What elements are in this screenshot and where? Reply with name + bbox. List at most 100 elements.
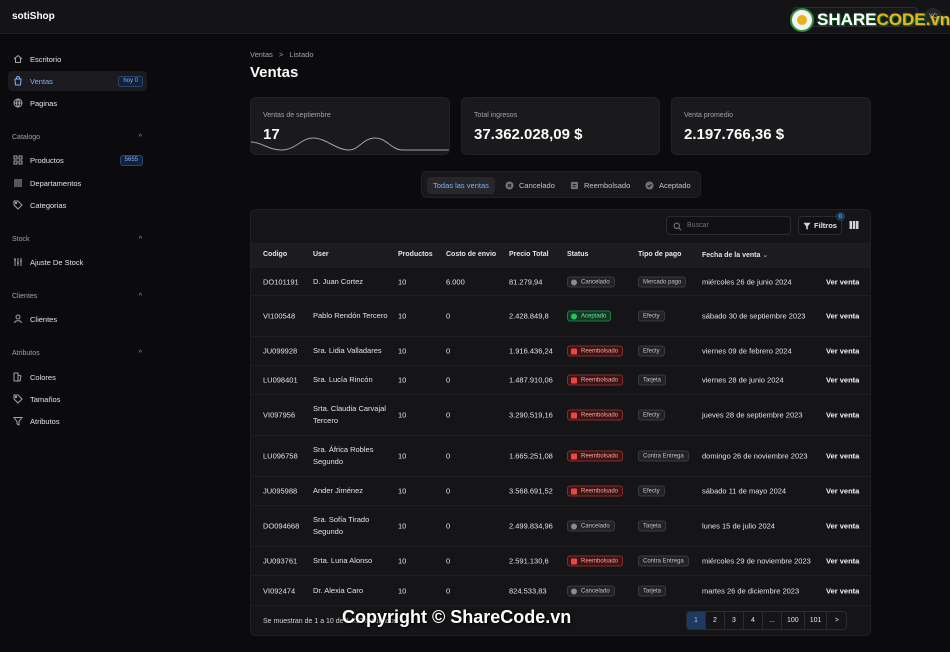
cell-products: 10 [398, 346, 407, 356]
filters-count-badge: 0 [836, 212, 845, 221]
results-summary: Se muestran de 1 a 10 de 1.010 resultado… [263, 618, 398, 625]
avatar[interactable]: YC [924, 8, 942, 26]
col-status[interactable]: Status [567, 251, 588, 258]
page-100-button[interactable]: 100 [782, 612, 805, 629]
sidebar-item-paginas[interactable]: Paginas [8, 93, 147, 113]
view-sale-link[interactable]: Ver venta [826, 312, 859, 321]
sidebar-item-label: Tamaños [30, 394, 61, 404]
sidebar-item-tamanos[interactable]: Tamaños [8, 389, 147, 409]
cell-code: VI097956 [263, 410, 296, 420]
stat-value: 2.197.766,36 $ [684, 126, 785, 143]
cell-total: 2.499.834,96 [509, 521, 553, 531]
chevron-up-icon: ^ [138, 293, 142, 300]
cell-shipping: 6.000 [446, 277, 465, 286]
cell-code: JU093761 [263, 556, 298, 566]
view-sale-link[interactable]: Ver venta [826, 376, 859, 385]
view-sale-link[interactable]: Ver venta [826, 411, 859, 420]
cell-code: DO094668 [263, 521, 300, 531]
col-products[interactable]: Productos [398, 251, 433, 258]
tab-refunded[interactable]: Reembolsado [564, 177, 636, 194]
sales-table: Buscar Filtros 0 Codigo User Productos C… [250, 209, 871, 636]
cell-code: VI092474 [263, 586, 296, 595]
cell-shipping: 0 [446, 556, 451, 566]
cell-date: martes 26 de diciembre 2023 [702, 586, 800, 595]
col-total[interactable]: Precio Total [509, 251, 549, 258]
cell-shipping: 0 [446, 586, 451, 595]
global-search-input[interactable] [792, 7, 918, 27]
sidebar-item-escritorio[interactable]: Escritorio [8, 49, 147, 69]
pagination: 1 2 3 4 ... 100 101 > [686, 611, 848, 630]
sales-today-badge: hoy 0 [118, 76, 143, 87]
section-catalogo[interactable]: Catalogo ^ [12, 134, 142, 141]
page-2-button[interactable]: 2 [706, 612, 725, 629]
cell-user: Dr. Alexia Caro [313, 585, 364, 595]
user-icon [14, 314, 22, 324]
page-1-button[interactable]: 1 [687, 612, 706, 629]
cell-products: 10 [398, 521, 407, 531]
tab-all-sales[interactable]: Todas las ventas [427, 177, 495, 194]
page-4-button[interactable]: 4 [744, 612, 763, 629]
view-sale-link[interactable]: Ver venta [826, 347, 859, 356]
sidebar-item-clientes[interactable]: Clientes [8, 309, 147, 329]
sidebar-item-label: Ventas [30, 76, 53, 86]
sidebar-item-ventas[interactable]: Ventas hoy 0 [8, 71, 147, 91]
page-title: Ventas [250, 64, 299, 81]
breadcrumb-ventas[interactable]: Ventas [250, 50, 273, 59]
cell-code: LU096758 [263, 451, 298, 461]
section-atributos[interactable]: Atributos ^ [12, 350, 142, 357]
col-date[interactable]: Fecha de la venta ⌄ [702, 251, 768, 259]
view-sale-link[interactable]: Ver venta [826, 487, 859, 496]
columns-icon[interactable] [849, 220, 859, 230]
globe-icon [13, 98, 23, 108]
status-icon [571, 558, 577, 565]
cell-user: Ander Jiménez [313, 486, 364, 495]
sidebar-item-label: Departamentos [30, 178, 82, 188]
status-badge: Reembolsado [567, 555, 624, 567]
view-sale-link[interactable]: Ver venta [826, 452, 859, 461]
breadcrumb: Ventas > Listado [250, 50, 314, 59]
col-shipping[interactable]: Costo de envio [446, 251, 496, 258]
view-sale-link[interactable]: Ver venta [826, 277, 859, 286]
palette-icon [13, 372, 22, 382]
table-row: DO101191 D. Juan Cortez 10 6.000 81.279,94 Ca… [251, 267, 870, 295]
section-clientes[interactable]: Clientes ^ [12, 293, 142, 300]
table-search-input[interactable]: Buscar [666, 216, 791, 235]
page-101-button[interactable]: 101 [805, 612, 828, 629]
stat-label: Total ingresos [474, 112, 518, 119]
table-header: Codigo User Productos Costo de envio Pre… [251, 243, 870, 267]
col-payment[interactable]: Tipo de pago [638, 251, 681, 258]
cell-products: 10 [398, 486, 407, 496]
brand-logo[interactable]: sotiShop [12, 11, 55, 22]
page-3-button[interactable]: 3 [725, 612, 744, 629]
status-badge: Cancelado [567, 520, 615, 532]
tab-cancelled[interactable]: Cancelado [499, 177, 561, 194]
filters-button[interactable]: Filtros [798, 216, 842, 235]
sidebar-item-productos[interactable]: Productos 5655 [8, 150, 147, 170]
sliders-icon [14, 258, 22, 266]
cell-user: Sra. Lucía Rincón [313, 375, 373, 384]
col-user[interactable]: User [313, 251, 329, 258]
sidebar-item-ajuste-stock[interactable]: Ajuste De Stock [8, 252, 147, 272]
view-sale-link[interactable]: Ver venta [826, 522, 859, 531]
tab-accepted[interactable]: Aceptado [639, 177, 697, 194]
status-icon [571, 377, 577, 384]
status-badge: Reembolsado [567, 374, 624, 386]
cell-shipping: 0 [446, 375, 451, 385]
sidebar-item-categorias[interactable]: Categorias [8, 195, 147, 215]
status-icon [571, 488, 577, 495]
cell-shipping: 0 [446, 410, 451, 420]
cell-user: D. Juan Cortez [313, 276, 364, 286]
table-row: VI097956 Srta. Claudia Carvajal Tercero 10… [251, 394, 870, 435]
section-stock[interactable]: Stock ^ [12, 236, 142, 243]
next-page-button[interactable]: > [827, 612, 846, 629]
col-code[interactable]: Codigo [263, 251, 287, 258]
view-sale-link[interactable]: Ver venta [826, 557, 859, 566]
sidebar-item-atributos[interactable]: Atributos [8, 411, 147, 431]
sidebar-item-colores[interactable]: Colores [8, 367, 147, 387]
view-sale-link[interactable]: Ver venta [826, 586, 859, 595]
cell-total: 81.279,94 [509, 277, 543, 286]
cell-date: viernes 09 de febrero 2024 [702, 346, 792, 356]
shopping-bag-icon [14, 76, 22, 86]
cell-code: JU099928 [263, 346, 298, 356]
sidebar-item-departamentos[interactable]: Departamentos [8, 173, 147, 193]
